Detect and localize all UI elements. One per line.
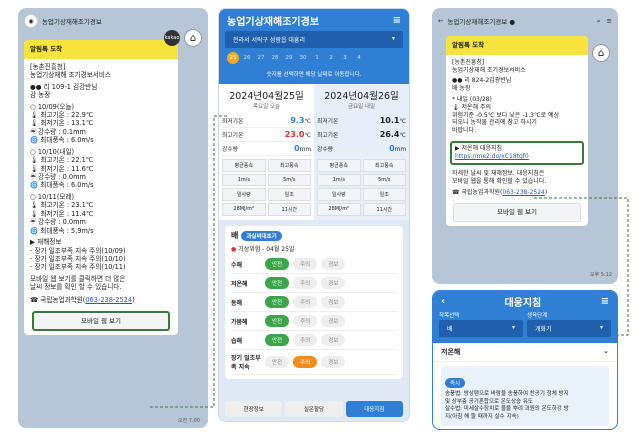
arrow-1 [150,115,228,408]
flow-arrows [150,115,629,408]
arrow-2 [534,197,629,336]
